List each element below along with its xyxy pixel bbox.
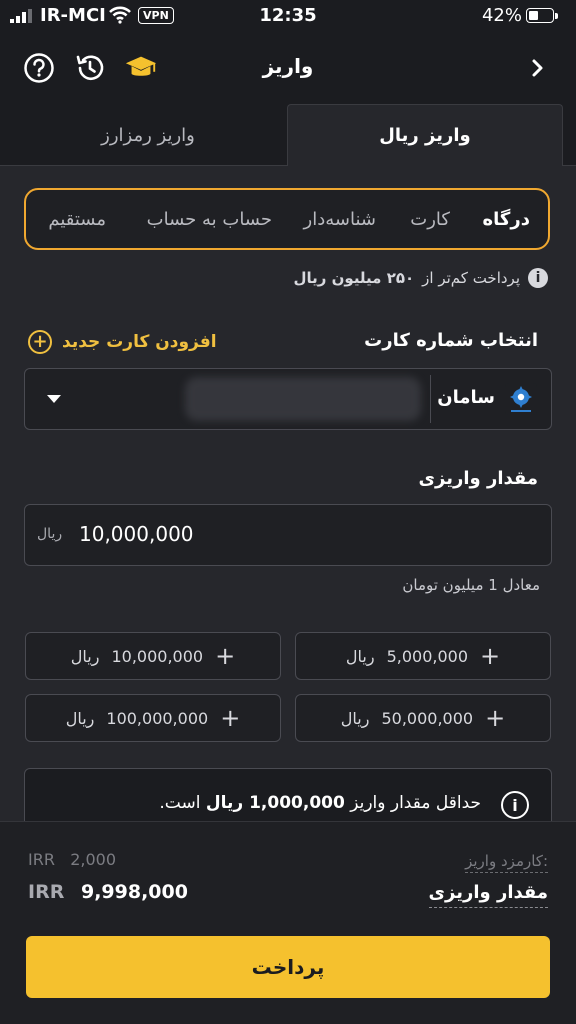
quick-amount-unit: ریال — [65, 708, 95, 728]
status-bar: IR-MCI VPN 12:35 42% — [0, 0, 576, 32]
page-title: واریز — [262, 54, 314, 78]
info-icon: i — [528, 268, 548, 288]
plus-circle-icon: + — [28, 330, 52, 354]
payment-summary: کارمزد واریز: IRR 2,000 مقدار واریزی IRR… — [0, 821, 576, 1024]
bank-name: سامان — [437, 387, 495, 408]
method-gateway[interactable]: درگاه — [483, 190, 530, 248]
minimum-notice-text: حداقل مقدار واریز 1,000,000 ریال است. — [159, 793, 481, 813]
method-payment-id[interactable]: شناسه‌دار — [304, 190, 376, 248]
method-card[interactable]: کارت — [410, 190, 450, 248]
card-select-label: انتخاب شماره کارت — [364, 330, 538, 351]
amount-label: مقدار واریزی — [418, 468, 538, 489]
limit-info: i پرداخت کم‌تر از ۲۵۰ میلیون ریال — [293, 268, 548, 288]
quick-amount-50m[interactable]: + 50,000,000 ریال — [295, 694, 551, 742]
deposit-amount: IRR 9,998,000 — [28, 881, 188, 903]
plus-icon: + — [485, 704, 506, 732]
deposit-currency: IRR — [28, 881, 65, 903]
limit-text-pre: پرداخت کم‌تر از — [422, 269, 520, 287]
deposit-tabs: واریز رمزارز واریز ریال — [0, 104, 576, 166]
masked-card-number — [185, 377, 421, 421]
quick-amount-value: 100,000,000 — [106, 708, 209, 728]
fee-amount: IRR 2,000 — [28, 850, 116, 869]
tab-rial-deposit[interactable]: واریز ریال — [287, 104, 563, 166]
battery-tip — [555, 13, 558, 19]
info-icon: i — [501, 791, 529, 819]
quick-amount-10m[interactable]: + 10,000,000 ریال — [25, 632, 281, 680]
plus-icon: + — [215, 642, 236, 670]
bank-logo-icon — [505, 383, 537, 415]
card-select[interactable]: سامان — [24, 368, 552, 430]
fee-currency: IRR — [28, 850, 55, 869]
battery-icon — [526, 8, 554, 23]
toman-equivalent: معادل 1 میلیون تومان — [402, 576, 540, 594]
quick-amount-5m[interactable]: + 5,000,000 ریال — [295, 632, 551, 680]
battery-fill — [529, 11, 538, 20]
pay-button[interactable]: پرداخت — [26, 936, 550, 998]
quick-amount-value: 5,000,000 — [386, 646, 469, 666]
tab-crypto-deposit[interactable]: واریز رمزارز — [10, 104, 286, 166]
quick-amount-value: 50,000,000 — [381, 708, 474, 728]
plus-icon: + — [220, 704, 241, 732]
chevron-right-icon[interactable] — [520, 51, 554, 85]
notice-post: است. — [159, 793, 201, 813]
deposit-value: 9,998,000 — [80, 881, 188, 903]
quick-amount-unit: ریال — [70, 646, 100, 666]
fee-label: کارمزد واریز: — [465, 852, 548, 873]
quick-amount-value: 10,000,000 — [111, 646, 204, 666]
deposit-amount-label: مقدار واریزی — [428, 882, 548, 908]
limit-text-bold: ۲۵۰ میلیون ریال — [293, 269, 415, 287]
method-direct[interactable]: مستقیم — [48, 190, 106, 248]
quick-amount-100m[interactable]: + 100,000,000 ریال — [25, 694, 281, 742]
quick-amount-unit: ریال — [340, 708, 370, 728]
method-account-transfer[interactable]: حساب به حساب — [147, 190, 272, 248]
amount-input[interactable]: ریال 10,000,000 — [24, 504, 552, 566]
notice-pre: حداقل مقدار واریز — [350, 793, 481, 813]
divider — [430, 375, 431, 423]
add-card-label: افزودن کارت جدید — [62, 332, 217, 352]
fee-value: 2,000 — [70, 850, 117, 869]
add-card-button[interactable]: + افزودن کارت جدید — [28, 330, 217, 354]
battery-percent: 42% — [481, 5, 522, 26]
amount-value: 10,000,000 — [79, 522, 194, 546]
amount-unit: ریال — [37, 526, 63, 542]
plus-icon: + — [480, 642, 501, 670]
header: واریز — [0, 40, 576, 96]
quick-amount-unit: ریال — [345, 646, 375, 666]
notice-bold: 1,000,000 ریال — [205, 793, 345, 813]
chevron-down-icon — [47, 395, 61, 403]
payment-methods: درگاه کارت شناسه‌دار حساب به حساب مستقیم — [24, 188, 550, 250]
